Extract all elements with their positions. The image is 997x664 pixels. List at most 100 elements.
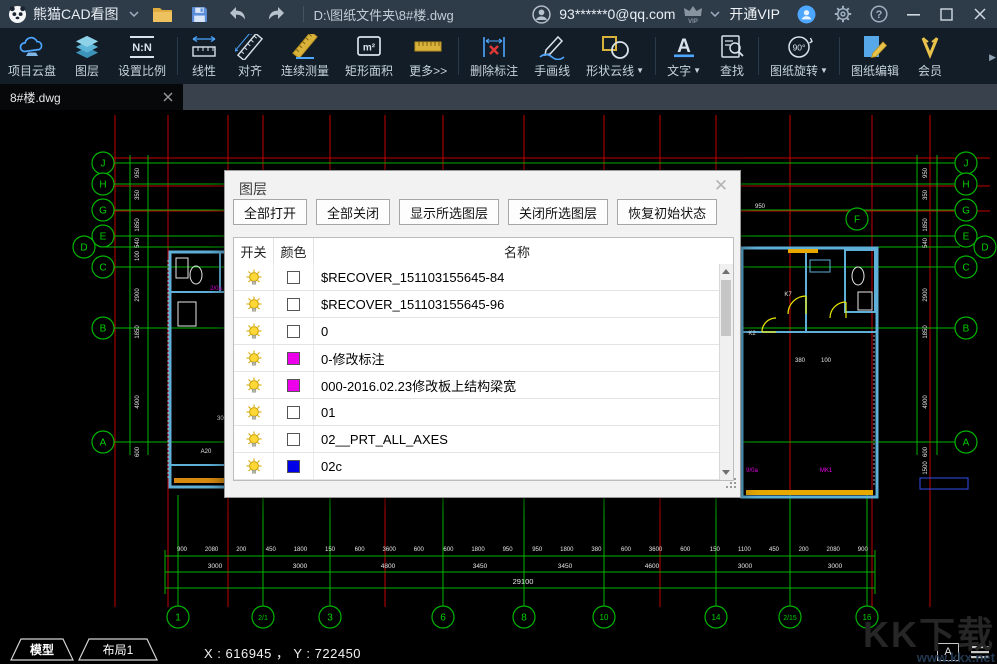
layer-row[interactable]: 02c bbox=[234, 453, 720, 480]
open-all-button[interactable]: 全部打开 bbox=[233, 199, 307, 225]
layer-color-swatch[interactable] bbox=[287, 460, 300, 473]
svg-text:200: 200 bbox=[236, 547, 247, 553]
toolbar-item-freehand-line[interactable]: 手画线 bbox=[526, 28, 578, 84]
scrollbar-thumb[interactable] bbox=[721, 280, 731, 336]
close-all-button[interactable]: 全部关闭 bbox=[316, 199, 390, 225]
layer-on-bulb-icon[interactable] bbox=[234, 399, 274, 425]
layer-row[interactable]: 0-修改标注 bbox=[234, 345, 720, 372]
toolbar-item-delete-annotation[interactable]: 删除标注 bbox=[462, 28, 526, 84]
help-icon[interactable]: ? bbox=[861, 0, 897, 28]
svg-text:1500: 1500 bbox=[923, 461, 929, 475]
toolbar-item-member[interactable]: 会员 bbox=[907, 28, 953, 84]
layer-on-bulb-icon[interactable] bbox=[234, 291, 274, 317]
space-tab-model[interactable]: 模型 bbox=[10, 638, 74, 664]
space-tabs: 模型布局1 bbox=[10, 638, 158, 664]
text-style-icon[interactable]: A bbox=[937, 643, 959, 661]
layer-row[interactable]: 01 bbox=[234, 399, 720, 426]
toolbar-item-rotate-drawing[interactable]: 90°图纸旋转▼ bbox=[762, 28, 836, 84]
toolbar-item-project-cloud-disk[interactable]: 项目云盘 bbox=[0, 28, 64, 84]
layer-name: 0-修改标注 bbox=[314, 345, 720, 371]
svg-text:2080: 2080 bbox=[827, 547, 841, 553]
svg-text:A: A bbox=[963, 438, 970, 449]
layer-on-bulb-icon[interactable] bbox=[234, 318, 274, 344]
undo-icon[interactable] bbox=[217, 0, 257, 28]
dialog-close-icon[interactable]: ✕ bbox=[710, 175, 732, 197]
dropdown-arrow-icon: ▼ bbox=[820, 66, 828, 75]
open-vip-button[interactable]: 开通VIP bbox=[729, 4, 780, 24]
layers-icon bbox=[72, 32, 102, 60]
toolbar-item-more-tools[interactable]: 更多>> bbox=[401, 28, 455, 84]
layer-table-scrollbar[interactable] bbox=[719, 264, 733, 480]
toolbar-overflow-arrow[interactable]: ▶ bbox=[989, 52, 996, 63]
open-file-folder-icon[interactable] bbox=[143, 0, 182, 28]
tab-close-icon[interactable] bbox=[163, 92, 173, 102]
layer-color-swatch[interactable] bbox=[287, 325, 300, 338]
layer-row[interactable]: $RECOVER_151103155645-96 bbox=[234, 291, 720, 318]
layer-on-bulb-icon[interactable] bbox=[234, 426, 274, 452]
svg-text:2/15: 2/15 bbox=[783, 615, 797, 622]
layer-on-bulb-icon[interactable] bbox=[234, 372, 274, 398]
project-cloud-disk-icon bbox=[17, 32, 47, 60]
layer-color-swatch[interactable] bbox=[287, 379, 300, 392]
layer-row[interactable]: 02__PRT_ALL_AXES bbox=[234, 426, 720, 453]
layer-color-swatch[interactable] bbox=[287, 271, 300, 284]
svg-text:350: 350 bbox=[135, 189, 141, 200]
layer-color-swatch[interactable] bbox=[287, 433, 300, 446]
toolbar-item-edit-drawing[interactable]: 图纸编辑 bbox=[843, 28, 907, 84]
show-selected-button[interactable]: 显示所选图层 bbox=[399, 199, 499, 225]
menu-hamburger-icon[interactable] bbox=[971, 645, 989, 659]
cursor-coordinates: X : 616945 ， Y : 722450 bbox=[204, 643, 361, 662]
layer-on-bulb-icon[interactable] bbox=[234, 345, 274, 371]
toolbar-item-linear-measure[interactable]: 线性 bbox=[181, 28, 227, 84]
app-menu-chevron-icon[interactable] bbox=[125, 0, 143, 28]
layer-color-swatch[interactable] bbox=[287, 298, 300, 311]
close-button[interactable] bbox=[963, 0, 997, 28]
shape-cloudline-icon bbox=[600, 32, 630, 60]
svg-text:3000: 3000 bbox=[208, 563, 223, 570]
svg-text:VIP: VIP bbox=[689, 19, 699, 24]
toolbar-item-find[interactable]: 查找 bbox=[709, 28, 755, 84]
document-tab[interactable]: 8#楼.dwg bbox=[0, 84, 183, 110]
user-avatar-icon[interactable] bbox=[528, 0, 555, 28]
toolbar-item-label: 图纸编辑 bbox=[851, 62, 899, 79]
toolbar-item-label: 更多>> bbox=[409, 62, 447, 79]
toolbar-item-text-tool[interactable]: A文字▼ bbox=[659, 28, 709, 84]
maximize-button[interactable] bbox=[930, 0, 963, 28]
toolbar-item-label: 查找 bbox=[720, 62, 744, 79]
save-icon[interactable] bbox=[182, 0, 217, 28]
customer-service-icon[interactable] bbox=[788, 0, 825, 28]
svg-text:1800: 1800 bbox=[560, 547, 574, 553]
toolbar-item-aligned-measure[interactable]: 对齐 bbox=[227, 28, 273, 84]
layer-row[interactable]: 000-2016.02.23修改板上结构梁宽 bbox=[234, 372, 720, 399]
svg-text:2/1: 2/1 bbox=[258, 615, 268, 622]
toolbar-item-shape-cloudline[interactable]: 形状云线▼ bbox=[578, 28, 652, 84]
close-selected-button[interactable]: 关闭所选图层 bbox=[508, 199, 608, 225]
settings-gear-icon[interactable] bbox=[825, 0, 861, 28]
svg-text:600: 600 bbox=[443, 547, 454, 553]
layer-color-swatch[interactable] bbox=[287, 406, 300, 419]
toolbar-item-continuous-measure[interactable]: 连续测量 bbox=[273, 28, 337, 84]
toolbar-item-layers[interactable]: 图层 bbox=[64, 28, 110, 84]
layer-on-bulb-icon[interactable] bbox=[234, 453, 274, 479]
scroll-up-icon[interactable] bbox=[720, 264, 732, 279]
layer-name: 000-2016.02.23修改板上结构梁宽 bbox=[314, 372, 720, 398]
account-email[interactable]: 93******0@qq.com bbox=[559, 6, 675, 22]
redo-icon[interactable] bbox=[257, 0, 297, 28]
account-chevron-icon[interactable] bbox=[707, 0, 723, 28]
dialog-resize-grip[interactable] bbox=[726, 476, 737, 494]
toolbar-item-rect-area[interactable]: m²矩形面积 bbox=[337, 28, 401, 84]
toolbar-item-set-scale[interactable]: N:N设置比例 bbox=[110, 28, 174, 84]
svg-text:600: 600 bbox=[135, 446, 141, 457]
layer-color-swatch[interactable] bbox=[287, 352, 300, 365]
svg-text:540: 540 bbox=[923, 237, 929, 248]
layer-row[interactable]: 0 bbox=[234, 318, 720, 345]
layer-row[interactable]: $RECOVER_151103155645-84 bbox=[234, 264, 720, 291]
minimize-button[interactable] bbox=[897, 0, 930, 28]
titlebar-separator bbox=[303, 6, 304, 22]
layer-on-bulb-icon[interactable] bbox=[234, 264, 274, 290]
svg-text:3000: 3000 bbox=[293, 563, 308, 570]
space-tab-layout1[interactable]: 布局1 bbox=[78, 638, 158, 664]
restore-initial-button[interactable]: 恢复初始状态 bbox=[617, 199, 717, 225]
toolbar-separator bbox=[655, 37, 656, 75]
toolbar-item-label: 手画线 bbox=[534, 62, 570, 79]
